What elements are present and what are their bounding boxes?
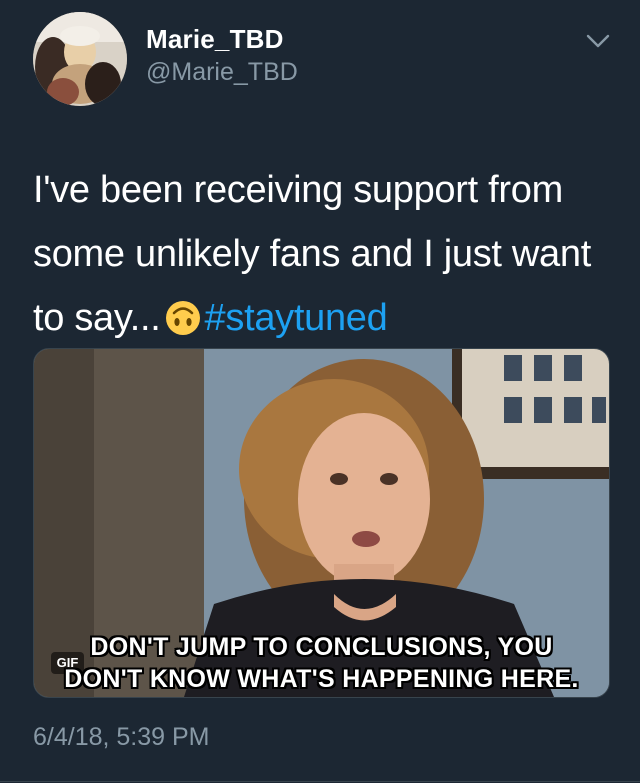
display-name[interactable]: Marie_TBD [146,24,284,55]
gif-caption-line-1: DON'T JUMP TO CONCLUSIONS, YOU [90,633,553,661]
divider [0,781,640,782]
tweet-timestamp[interactable]: 6/4/18, 5:39 PM [33,723,210,752]
tweet-text: I've been receiving support from some un… [33,158,613,350]
gif-media[interactable]: GIF DON'T JUMP TO CONCLUSIONS, YOU DON'T… [33,348,610,698]
hashtag-link[interactable]: #staytuned [205,297,388,339]
profile-photo-image [33,12,127,106]
tweet-detail: Marie_TBD @Marie_TBD I've been receiving… [0,0,640,783]
gif-caption-line-2: DON'T KNOW WHAT'S HAPPENING HERE. [64,665,579,693]
upside-down-face-emoji-icon [165,301,200,335]
chevron-down-icon[interactable] [585,32,611,50]
avatar[interactable] [33,12,127,106]
user-handle[interactable]: @Marie_TBD [146,58,298,87]
